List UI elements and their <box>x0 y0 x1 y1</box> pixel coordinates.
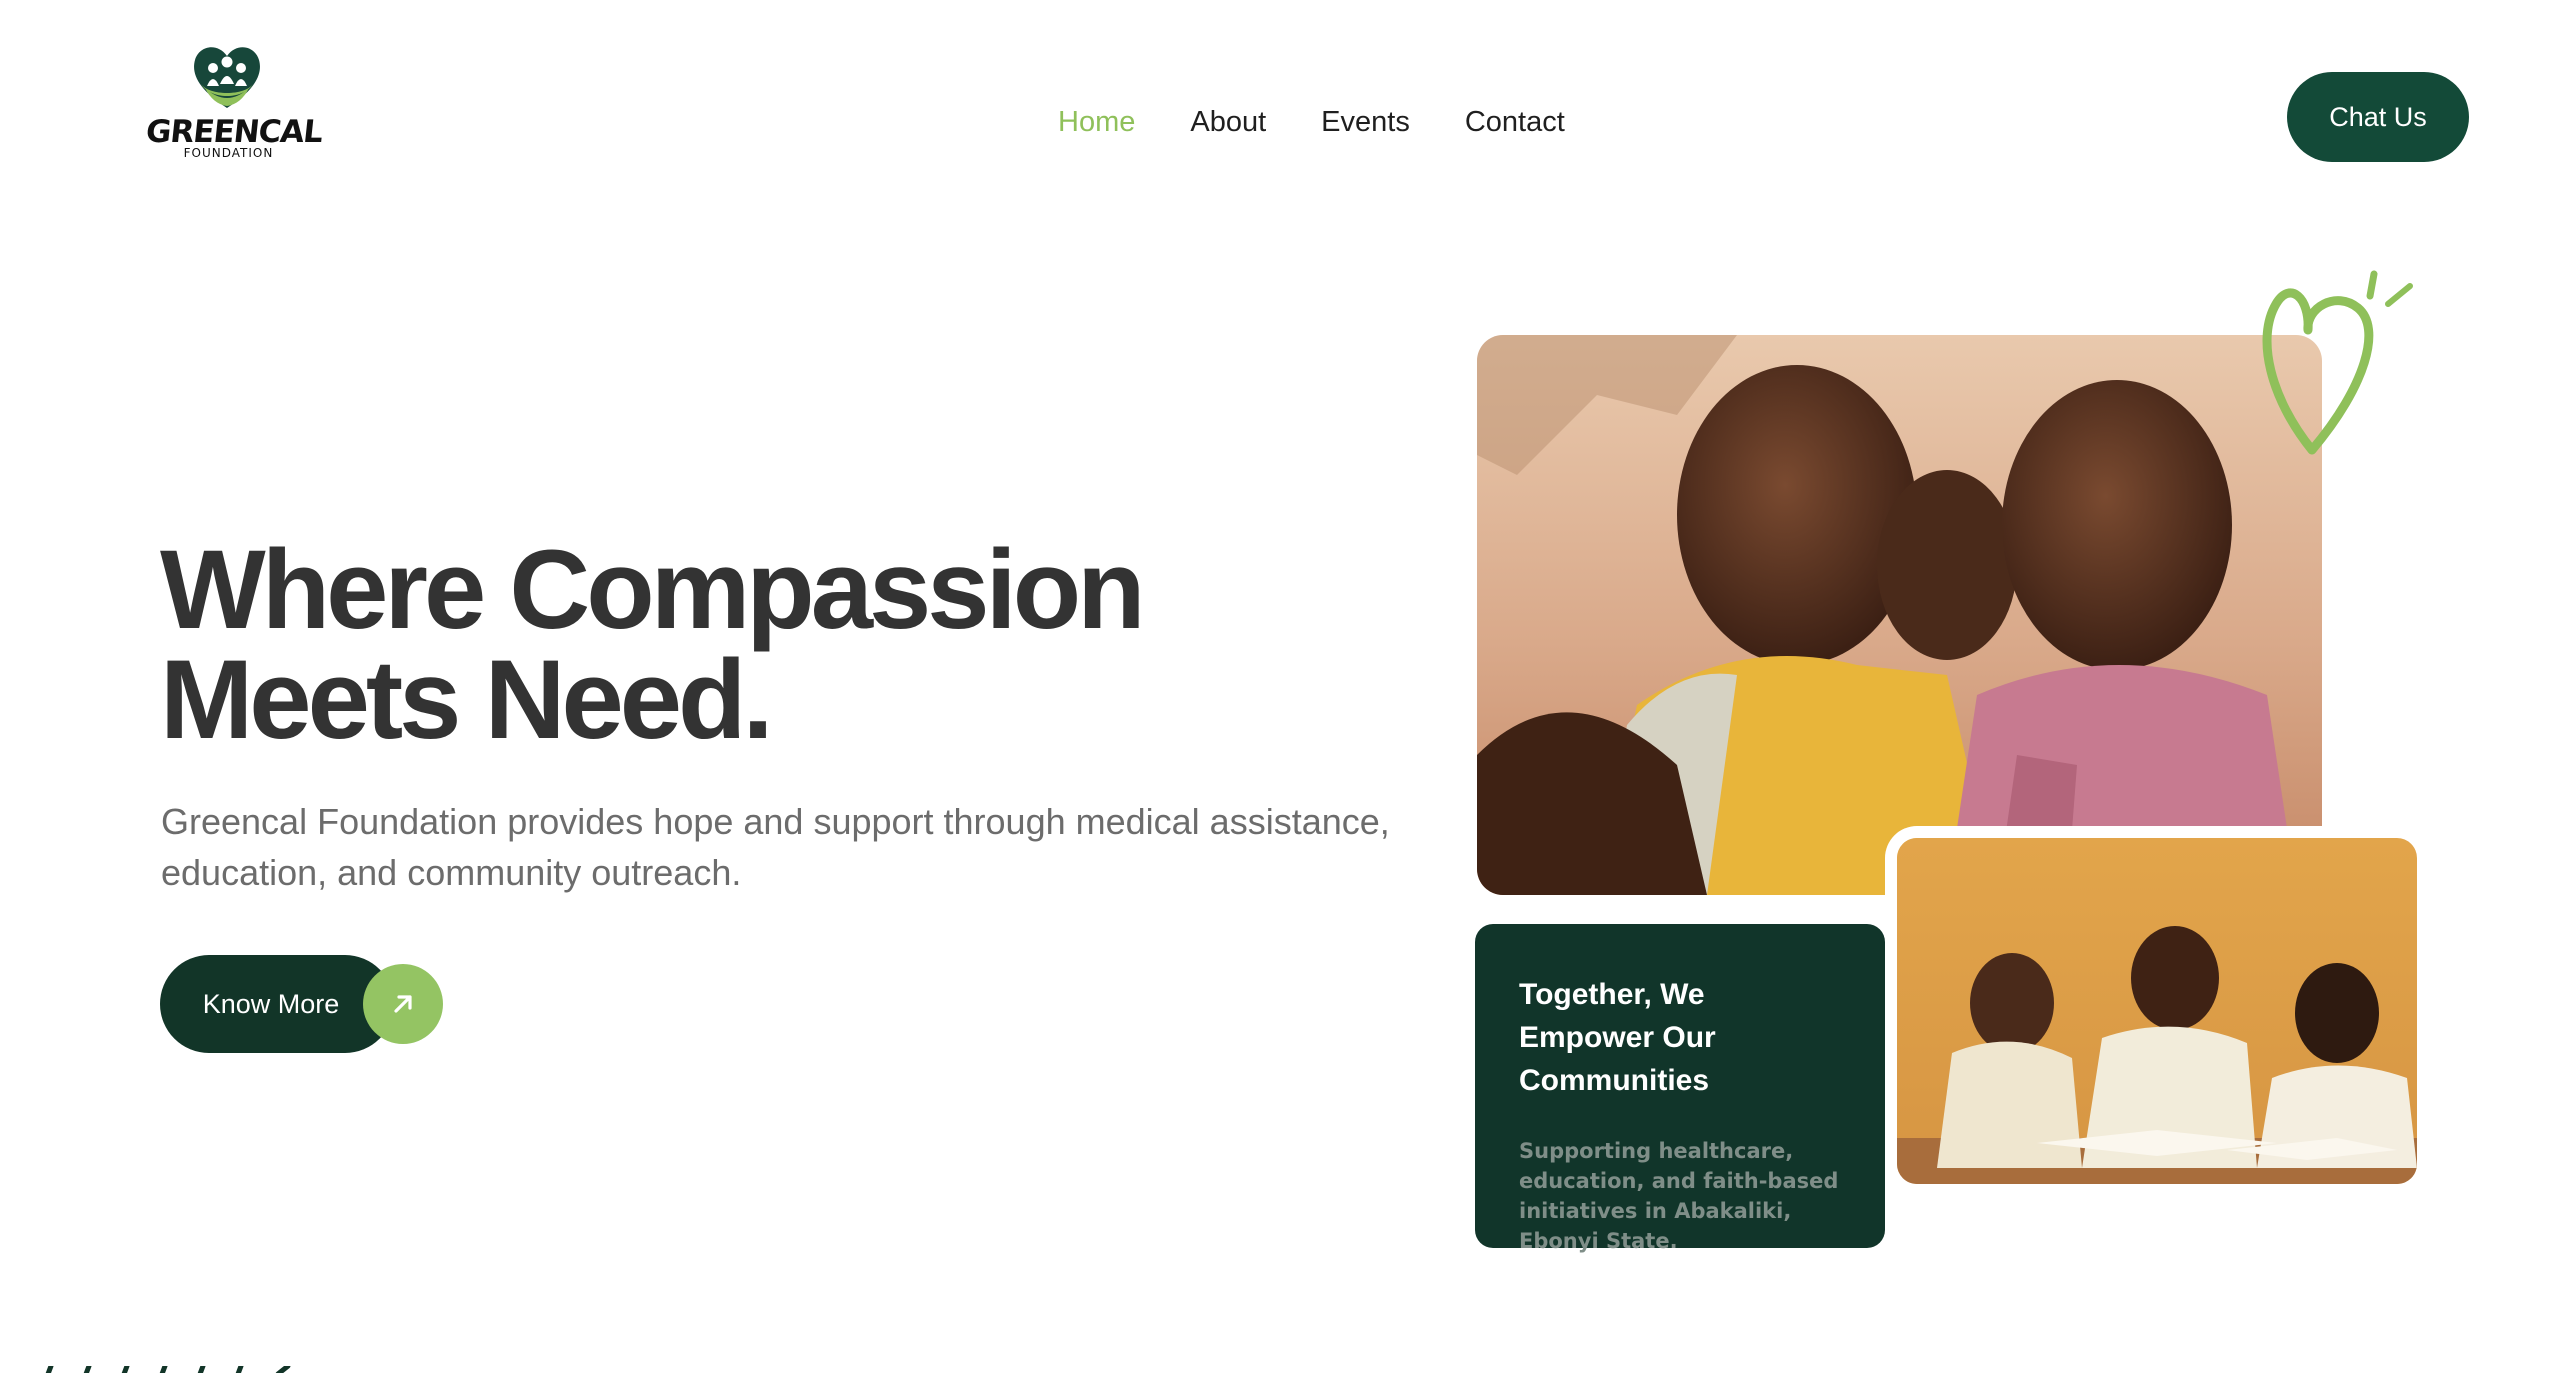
nav-contact[interactable]: Contact <box>1465 104 1565 140</box>
logo-wordmark: GREENCAL <box>144 114 325 150</box>
logo-heart-icon <box>194 47 260 108</box>
card-title: Together, We Empower Our Communities <box>1519 978 1716 1097</box>
heart-doodle-icon <box>2262 270 2413 455</box>
arrow-up-right-icon[interactable] <box>363 964 443 1044</box>
card-text: Supporting healthcare, education, and fa… <box>1519 1139 1839 1253</box>
chat-us-button[interactable]: Chat Us <box>2287 72 2469 162</box>
hero-title-line-1: Where Compassion <box>160 527 1146 652</box>
empower-card: Together, We Empower Our Communities Sup… <box>1475 924 1885 1253</box>
hero-title: Where Compassion Meets Need. <box>160 534 1260 756</box>
nav-home[interactable]: Home <box>1058 104 1135 140</box>
hero-photo-children-selfie <box>1477 335 2322 895</box>
photo-children-studying <box>1897 838 2417 1184</box>
hero-title-line-2: Meets Need. <box>160 637 774 762</box>
main-nav: Home About Events Contact <box>1058 104 1565 140</box>
logo-subtitle: FOUNDATION <box>183 146 274 160</box>
know-more-button[interactable]: Know More <box>160 955 394 1053</box>
decorative-slashes <box>45 1366 291 1373</box>
know-more-group: Know More <box>160 955 450 1053</box>
logo[interactable]: GREENCAL FOUNDATION <box>144 38 325 166</box>
nav-events[interactable]: Events <box>1321 104 1410 140</box>
hero-subtitle: Greencal Foundation provides hope and su… <box>161 801 1390 893</box>
nav-about[interactable]: About <box>1190 104 1266 140</box>
